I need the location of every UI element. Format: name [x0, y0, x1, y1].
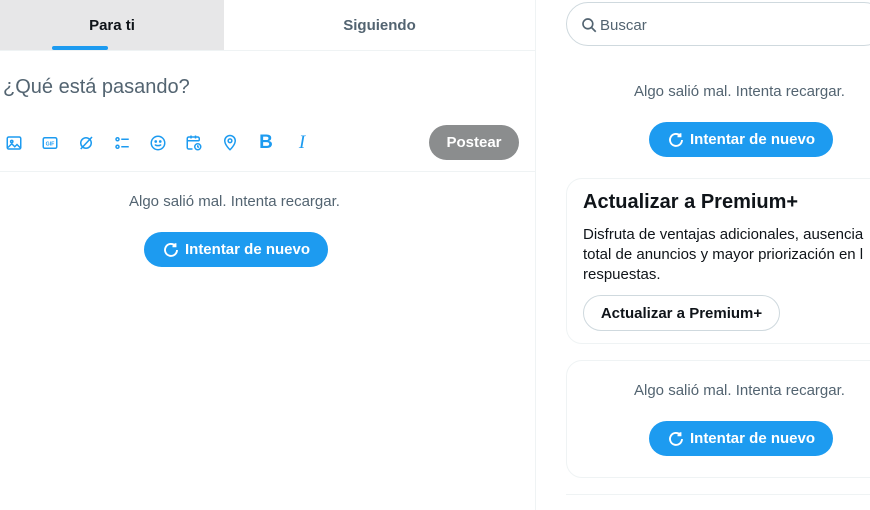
- sidebar-error-message: Algo salió mal. Intenta recargar.: [634, 83, 845, 100]
- tab-siguiendo[interactable]: Siguiendo: [224, 0, 535, 50]
- tab-label: Para ti: [89, 16, 135, 34]
- emoji-icon[interactable]: [148, 132, 168, 154]
- tab-para-ti[interactable]: Para ti: [0, 0, 224, 50]
- refresh-icon: [669, 132, 683, 147]
- location-icon[interactable]: [220, 132, 240, 154]
- image-icon[interactable]: [4, 132, 24, 154]
- sidebar-divider: [566, 494, 870, 495]
- premium-description: Disfruta de ventajas adicionales, ausenc…: [583, 226, 864, 283]
- compose-input[interactable]: ¿Qué está pasando?: [3, 76, 190, 99]
- main-column: Para ti Siguiendo ¿Qué está pasando? GIF: [0, 0, 536, 510]
- poll-icon[interactable]: [112, 132, 132, 154]
- refresh-icon: [669, 431, 683, 446]
- italic-icon[interactable]: I: [292, 132, 312, 154]
- error-message: Algo salió mal. Intenta recargar.: [129, 193, 340, 210]
- retry-button[interactable]: Intentar de nuevo: [144, 232, 328, 267]
- retry-label: Intentar de nuevo: [689, 131, 816, 148]
- schedule-icon[interactable]: [184, 132, 204, 154]
- active-tab-indicator: [52, 46, 108, 50]
- bold-icon[interactable]: B: [256, 132, 276, 154]
- refresh-icon: [164, 242, 178, 257]
- retry-label: Intentar de nuevo: [689, 430, 816, 447]
- post-button[interactable]: Postear: [429, 125, 519, 160]
- grok-icon[interactable]: [76, 132, 96, 154]
- tab-label: Siguiendo: [343, 16, 416, 34]
- sidebar-error-card: [566, 360, 870, 478]
- search-box[interactable]: [566, 2, 870, 46]
- composer-divider: [0, 171, 535, 172]
- gif-icon[interactable]: GIF: [40, 132, 60, 154]
- retry-label: Intentar de nuevo: [184, 241, 311, 258]
- premium-title: Actualizar a Premium+: [583, 191, 799, 213]
- search-icon: [582, 18, 597, 33]
- sidebar-error-message: Algo salió mal. Intenta recargar.: [634, 382, 845, 399]
- upgrade-premium-button[interactable]: Actualizar a Premium+: [583, 295, 780, 331]
- svg-text:GIF: GIF: [46, 141, 56, 147]
- sidebar-retry-button[interactable]: Intentar de nuevo: [649, 122, 833, 157]
- search-input[interactable]: [600, 13, 850, 37]
- timeline-tabs: Para ti Siguiendo: [0, 0, 535, 51]
- sidebar-retry-button[interactable]: Intentar de nuevo: [649, 421, 833, 456]
